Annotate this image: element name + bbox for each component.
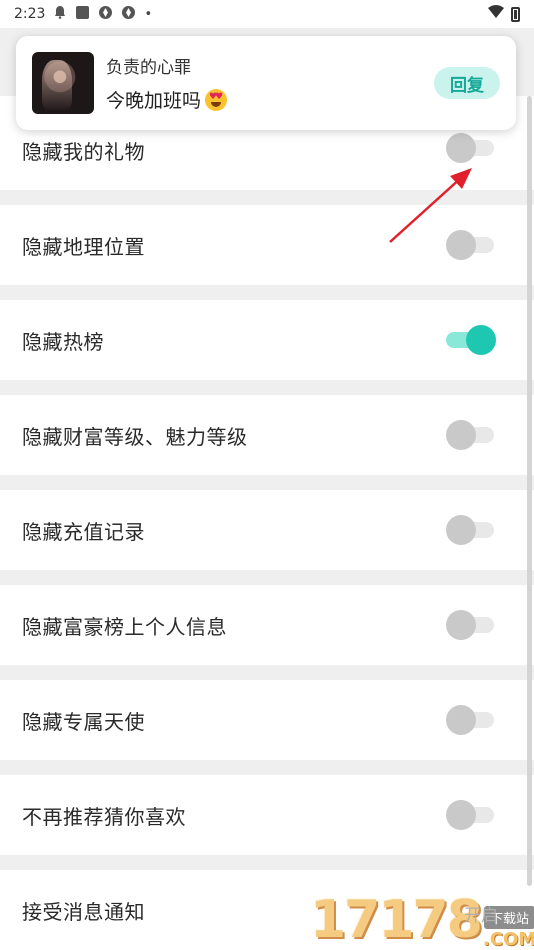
reply-button[interactable]: 回复: [434, 67, 500, 99]
setting-row-hide-hot-list: 隐藏热榜: [0, 300, 534, 380]
setting-row-hide-recharge: 隐藏充值记录: [0, 490, 534, 570]
notification-sender: 负责的心罪: [106, 58, 191, 78]
aperture-icon: [98, 5, 113, 24]
setting-label: 隐藏地理位置: [22, 234, 145, 259]
more-dot-icon: •: [144, 6, 153, 22]
avatar: [32, 52, 94, 114]
notification-bell-icon: [53, 5, 67, 23]
notification-message: 今晚加班吗: [106, 90, 202, 112]
hide-location-toggle[interactable]: [446, 230, 496, 260]
battery-icon: [511, 6, 520, 22]
hide-recharge-toggle[interactable]: [446, 515, 496, 545]
message-notify-value: 开启: [464, 906, 498, 926]
watermark-number: 17178: [310, 890, 483, 950]
hide-gifts-toggle[interactable]: [446, 132, 496, 163]
hide-levels-toggle[interactable]: [446, 420, 496, 450]
hide-angel-toggle[interactable]: [446, 705, 496, 735]
watermark-logo: 17178 下载站 .COM: [310, 888, 534, 950]
watermark-domain: .COM: [482, 929, 534, 950]
setting-label: 隐藏专属天使: [22, 709, 145, 734]
heart-eyes-emoji-icon: [205, 88, 228, 111]
status-bar: 2:23 •: [0, 0, 534, 28]
setting-row-hide-rich-list-info: 隐藏富豪榜上个人信息: [0, 585, 534, 665]
setting-label: 隐藏热榜: [22, 329, 104, 354]
message-notification[interactable]: 负责的心罪 今晚加班吗 回复: [16, 36, 516, 130]
setting-row-no-recommend: 不再推荐猜你喜欢: [0, 775, 534, 855]
hide-rich-list-info-toggle[interactable]: [446, 610, 496, 640]
aperture-icon: [121, 5, 136, 24]
setting-label: 隐藏充值记录: [22, 519, 145, 544]
status-time: 2:23: [14, 6, 46, 22]
setting-label: 隐藏富豪榜上个人信息: [22, 614, 227, 639]
square-app-icon: [75, 5, 90, 24]
setting-label: 接受消息通知: [22, 899, 145, 924]
hide-hot-list-toggle[interactable]: [446, 325, 496, 355]
privacy-settings-list: 隐藏我的礼物 隐藏地理位置 隐藏热榜 隐藏财富等级、魅力等级 隐藏充值记录 隐藏…: [0, 96, 534, 950]
wifi-icon: [487, 5, 505, 23]
setting-label: 隐藏财富等级、魅力等级: [22, 424, 248, 449]
setting-row-hide-angel: 隐藏专属天使: [0, 680, 534, 760]
setting-row-hide-location: 隐藏地理位置: [0, 205, 534, 285]
setting-label: 隐藏我的礼物: [22, 139, 145, 164]
setting-row-hide-levels: 隐藏财富等级、魅力等级: [0, 395, 534, 475]
no-recommend-toggle[interactable]: [446, 800, 496, 830]
scrollbar[interactable]: [527, 96, 532, 886]
setting-label: 不再推荐猜你喜欢: [22, 804, 186, 829]
